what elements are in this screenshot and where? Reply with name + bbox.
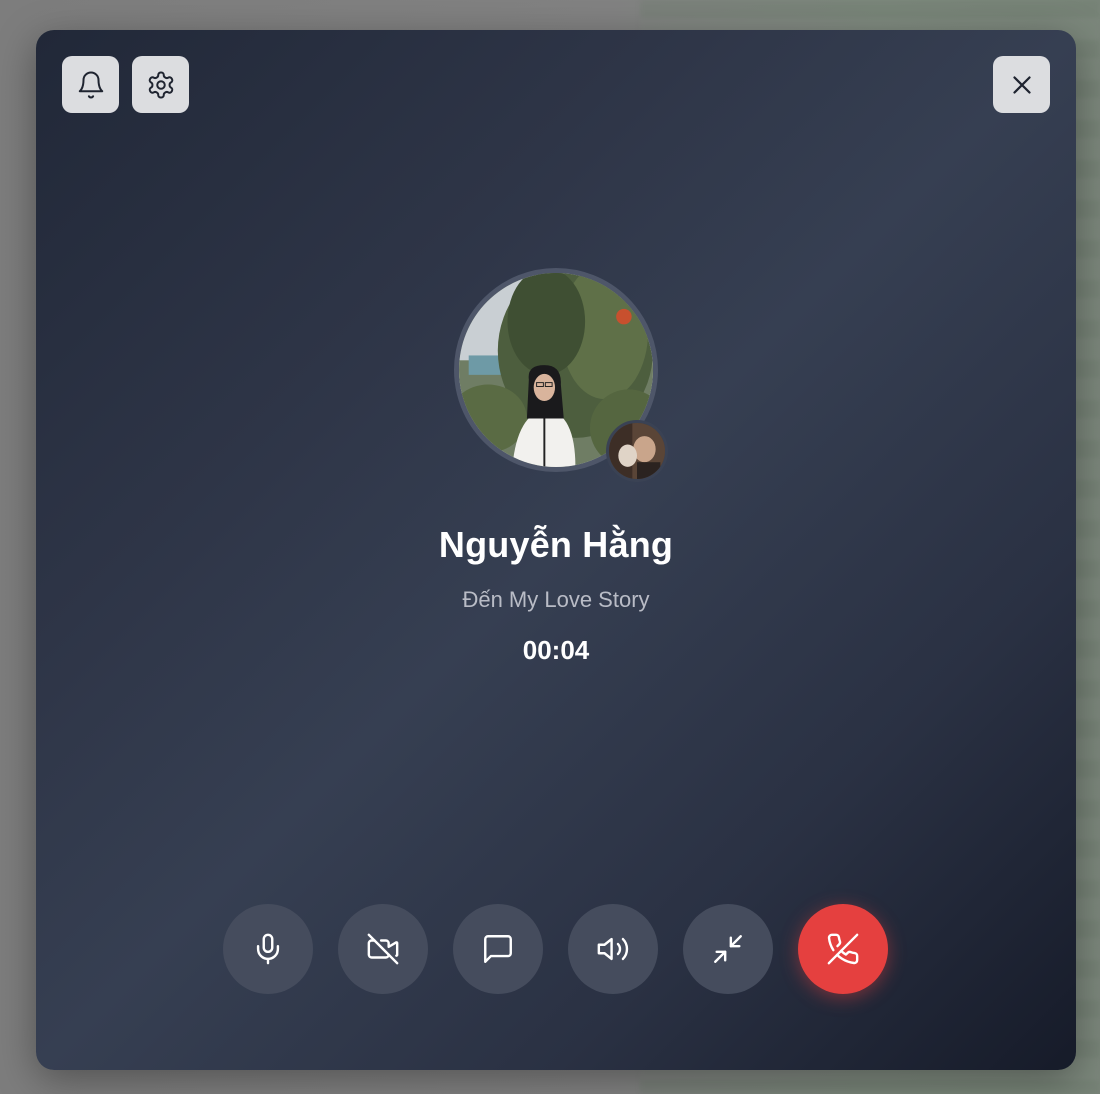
- caller-avatar-group: [454, 268, 668, 482]
- gear-icon: [148, 71, 173, 98]
- microphone-icon: [256, 933, 280, 965]
- video-off-icon: [367, 933, 399, 965]
- chat-button[interactable]: [453, 904, 543, 994]
- caller-secondary-avatar: [606, 420, 668, 482]
- call-timer: 00:04: [522, 635, 590, 665]
- close-icon: [1012, 75, 1031, 94]
- phone-off-icon: [827, 933, 859, 965]
- speaker-icon: [597, 937, 629, 961]
- caller-subtitle: Đến My Love Story: [462, 587, 650, 612]
- video-toggle-button[interactable]: [338, 904, 428, 994]
- minimize-button[interactable]: [683, 904, 773, 994]
- bell-icon: [78, 71, 103, 98]
- hang-up-button[interactable]: [798, 904, 888, 994]
- settings-button[interactable]: [132, 56, 189, 113]
- message-icon: [484, 935, 512, 963]
- call-controls: [223, 904, 888, 994]
- call-modal: Nguyễn Hằng Đến My Love Story 00:04: [36, 30, 1076, 1070]
- close-button[interactable]: [993, 56, 1050, 113]
- mute-button[interactable]: [223, 904, 313, 994]
- caller-name: Nguyễn Hằng: [438, 524, 674, 565]
- minimize-icon: [714, 935, 742, 963]
- notifications-button[interactable]: [62, 56, 119, 113]
- speaker-button[interactable]: [568, 904, 658, 994]
